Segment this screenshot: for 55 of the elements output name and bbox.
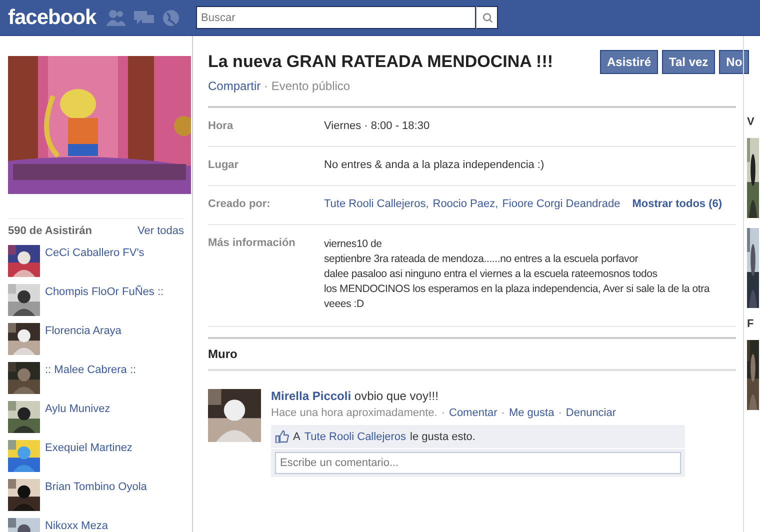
detail-label: Más información bbox=[208, 237, 296, 251]
info-text: veees :D bbox=[324, 297, 365, 312]
messages-icon[interactable] bbox=[134, 8, 154, 26]
info-text: los MENDOCINOS los esperamos en la plaza independencia, Aver si sale la de la otra bbox=[324, 282, 710, 297]
info-text: septienbre 3ra rateada de mendoza......no entres a la escuela porfavor bbox=[324, 252, 640, 267]
separator-dot: · bbox=[441, 407, 445, 419]
like-suffix: le gusta esto. bbox=[410, 430, 476, 442]
rsvp-button[interactable]: No bbox=[719, 50, 750, 74]
attendee-name[interactable]: Chompis FloOr FuÑes :: bbox=[45, 284, 164, 298]
rsvp-button[interactable]: Tal vez bbox=[662, 50, 716, 74]
globe-icon[interactable] bbox=[162, 8, 180, 26]
search-icon bbox=[481, 12, 493, 24]
post-action-link[interactable]: Me gusta bbox=[508, 407, 554, 419]
like-user-link[interactable]: Tute Rooli Callejeros bbox=[304, 430, 406, 442]
separator-dot: · bbox=[558, 407, 562, 419]
attendees-heading: 590 de Asistirán bbox=[8, 225, 92, 237]
logo[interactable]: facebook bbox=[8, 6, 106, 30]
see-all-link[interactable]: Ver todas bbox=[138, 225, 184, 237]
attendee-name[interactable]: Nikoxx Meza bbox=[45, 518, 108, 532]
detail-value: No entres & anda a la plaza independencia :) bbox=[324, 159, 544, 171]
attendee-name[interactable]: Exequiel Martinez bbox=[45, 440, 132, 454]
thumbs-up-icon bbox=[275, 430, 289, 443]
creator-link[interactable]: Roocio Paez, bbox=[432, 198, 498, 210]
section-letter: V bbox=[747, 116, 756, 128]
detail-label: Creado por: bbox=[208, 198, 272, 210]
search-field[interactable]: Buscar bbox=[196, 6, 476, 29]
attendee-name[interactable]: CeCi Caballero FV's bbox=[45, 245, 144, 259]
post-action-link[interactable]: Comentar bbox=[449, 407, 498, 419]
friends-icon[interactable] bbox=[106, 8, 126, 26]
info-text: viernes10 de bbox=[324, 237, 383, 252]
post-text: ovbio que voy!!! bbox=[354, 389, 438, 403]
post-author[interactable]: Mirella Piccoli bbox=[271, 389, 352, 403]
attendee-name[interactable]: Aylu Munivez bbox=[45, 401, 110, 415]
post-time: Hace una hora aproximadamente. bbox=[271, 407, 438, 419]
wall-heading: Muro bbox=[208, 339, 736, 371]
rsvp-button[interactable]: Asistiré bbox=[600, 50, 658, 74]
show-all-link[interactable]: Mostrar todos (6) bbox=[632, 198, 722, 210]
attendee-name[interactable]: Florencia Araya bbox=[45, 323, 122, 337]
post-action-link[interactable]: Denunciar bbox=[566, 407, 616, 419]
search-button[interactable] bbox=[476, 6, 498, 29]
share-link[interactable]: Compartir bbox=[208, 79, 261, 93]
creator-link[interactable]: Tute Rooli Callejeros, bbox=[324, 198, 429, 210]
creator-link[interactable]: Fioore Corgi Deandrade bbox=[502, 198, 620, 210]
event-title: La nueva GRAN RATEADA MENDOCINA !!! bbox=[208, 52, 554, 72]
info-text: dalee pasaloo asi ninguno entra el viernes a la escuela rateemosnos todos bbox=[324, 267, 658, 282]
detail-value: Viernes · 8:00 - 18:30 bbox=[324, 120, 430, 132]
event-privacy: · Evento público bbox=[264, 79, 350, 93]
comment-field[interactable]: Escribe un comentario... bbox=[275, 452, 681, 474]
attendee-name[interactable]: Brian Tombino Oyola bbox=[45, 479, 147, 493]
like-prefix: A bbox=[293, 430, 300, 442]
detail-label: Hora bbox=[208, 120, 234, 132]
separator-dot: · bbox=[501, 407, 505, 419]
section-letter: F bbox=[747, 318, 755, 330]
detail-label: Lugar bbox=[208, 159, 240, 171]
attendee-name[interactable]: :: Malee Cabrera :: bbox=[45, 362, 136, 376]
